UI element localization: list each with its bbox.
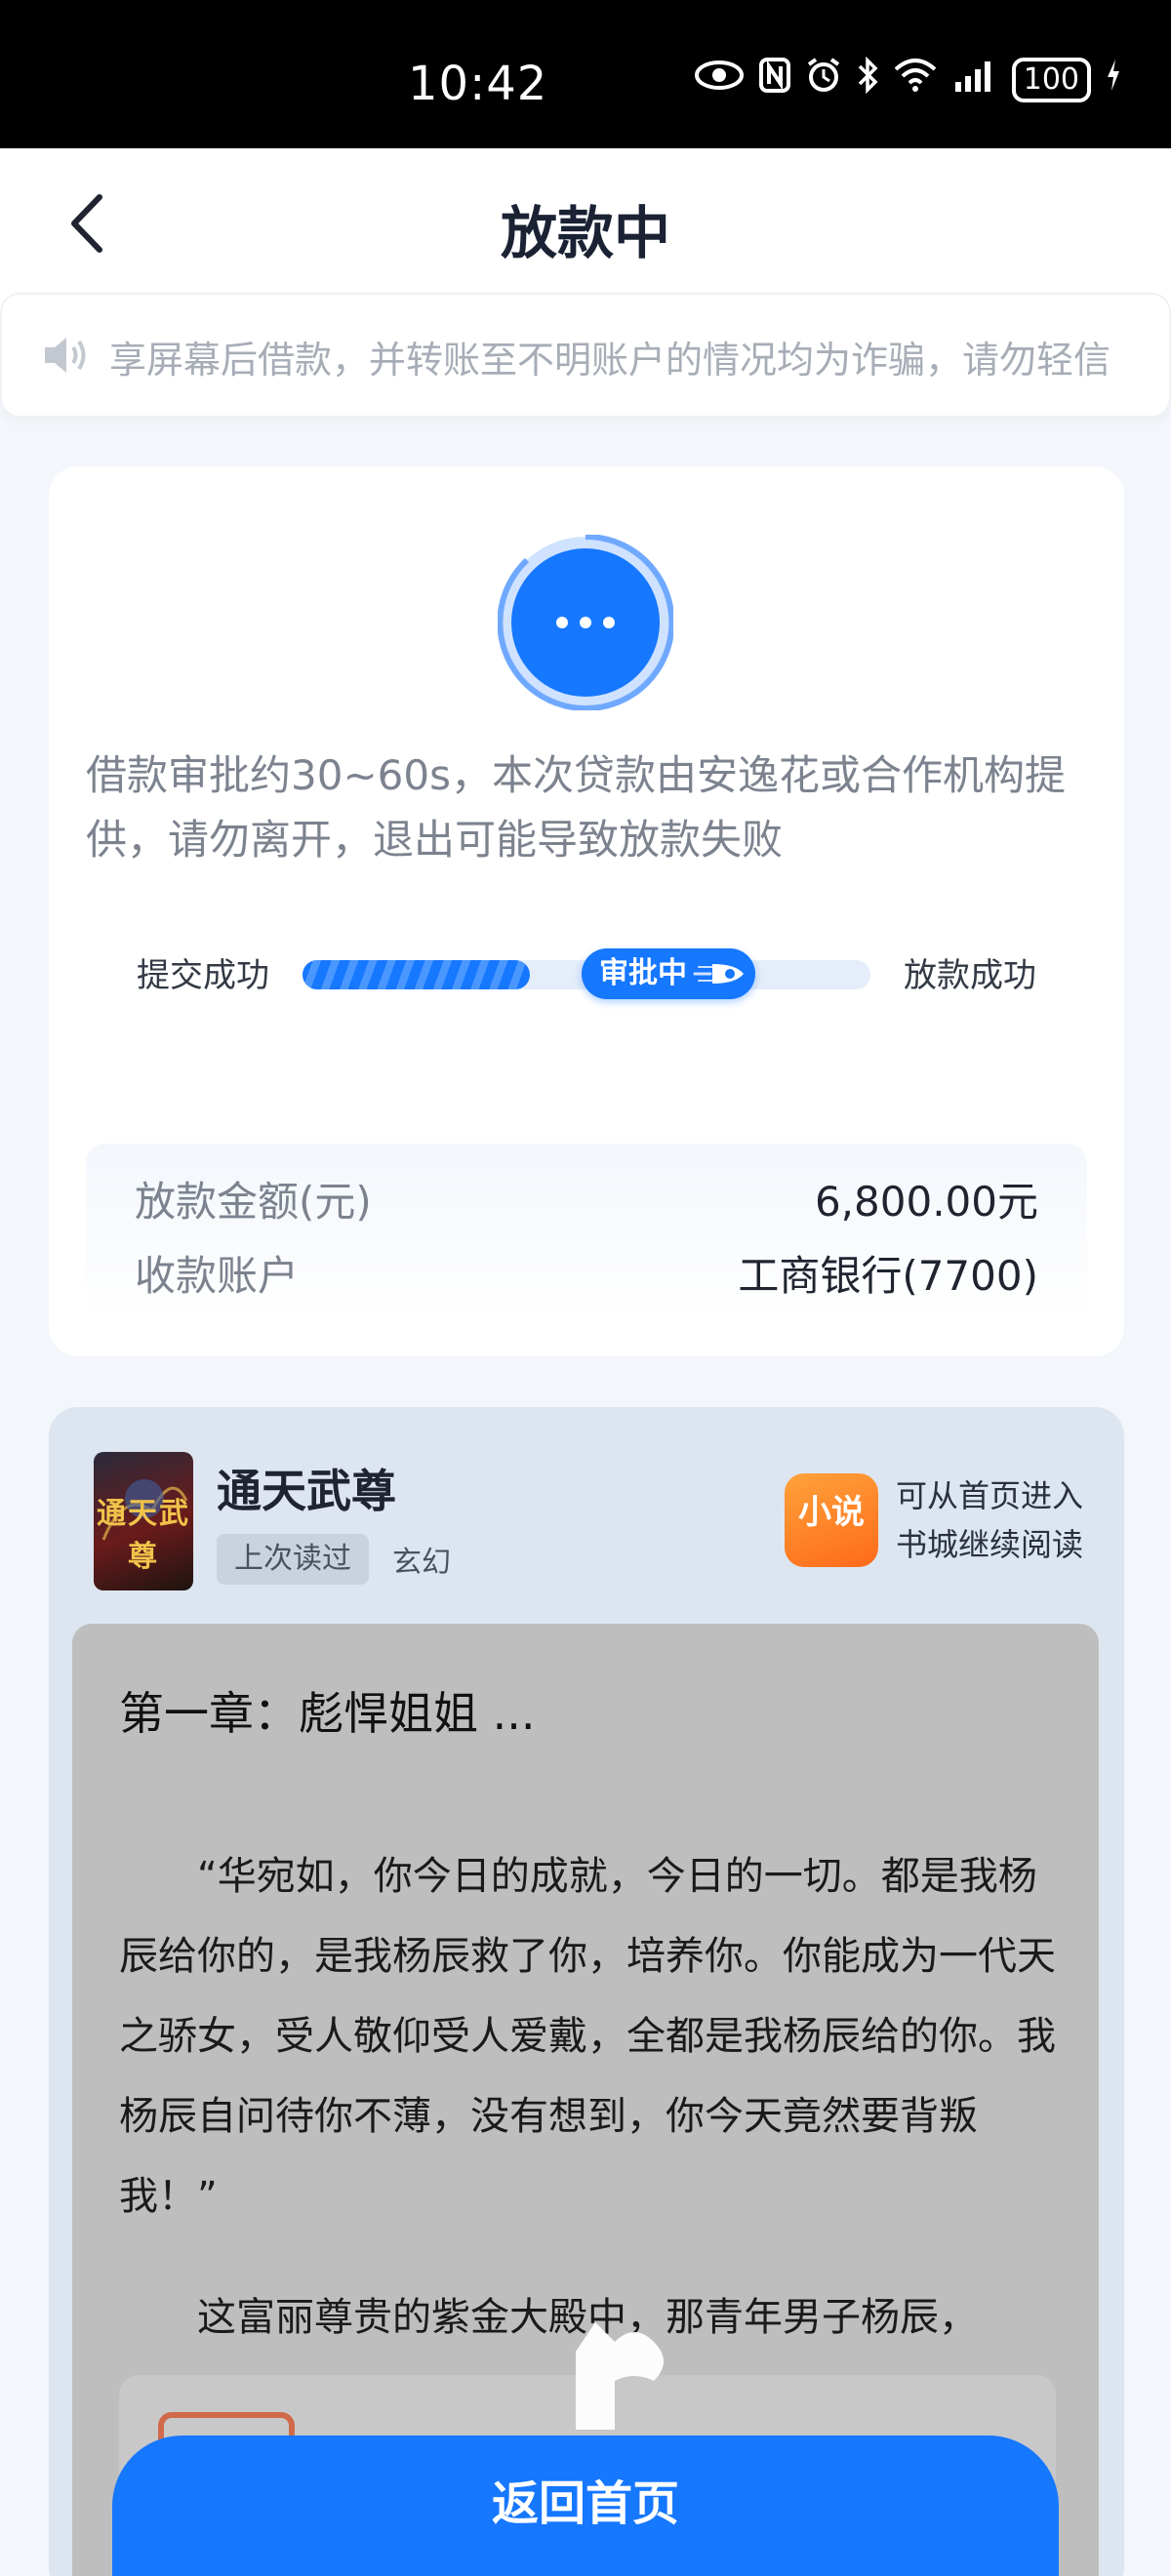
header: 放款中	[0, 148, 1171, 295]
step-submitted: 提交成功	[137, 956, 269, 995]
last-read-tag: 上次读过	[217, 1534, 369, 1585]
step-disbursed: 放款成功	[904, 956, 1036, 995]
amount-value: 6,800.00元	[814, 1178, 1038, 1226]
eye-icon	[694, 59, 745, 101]
account-label: 收款账户	[135, 1252, 300, 1300]
hint-line-2: 书城继续阅读	[896, 1526, 1084, 1563]
loan-status-card: 借款审批约30~60s，本次贷款由安逸花或合作机构提供，请勿离开，退出可能导致放…	[49, 466, 1124, 1356]
speaker-icon	[41, 334, 92, 377]
amount-label: 放款金额(元)	[135, 1178, 372, 1226]
return-home-button[interactable]: 返回首页	[112, 2435, 1059, 2576]
book-cover-title: 通天武尊	[97, 1497, 190, 1574]
signal-icon	[951, 57, 998, 102]
charging-icon	[1105, 58, 1122, 101]
swipe-hand-icon	[546, 2313, 693, 2439]
notice-banner: 享屏幕后借款，并转账至不明账户的情况均为诈骗，请勿轻信	[0, 293, 1171, 418]
step-current-label: 审批中	[599, 956, 687, 990]
book-cover[interactable]: 通天武尊	[94, 1452, 193, 1590]
notice-text: 享屏幕后借款，并转账至不明账户的情况均为诈骗，请勿轻信	[109, 339, 1111, 382]
nfc-icon	[758, 57, 791, 102]
step-current-pill: 审批中	[582, 948, 755, 999]
chapter-title: 第一章：彪悍姐姐 ...	[119, 1687, 536, 1740]
account-value: 工商银行(7700)	[738, 1252, 1038, 1300]
bluetooth-icon	[856, 56, 879, 102]
loading-spinner-icon	[497, 533, 675, 711]
approval-hint-text: 借款审批约30~60s，本次贷款由安逸花或合作机构提供，请勿离开，退出可能导致放…	[86, 751, 1066, 864]
page-title: 放款中	[500, 200, 670, 266]
progress-fill	[303, 960, 530, 989]
book-title[interactable]: 通天武尊	[217, 1456, 396, 1520]
status-icons: 100	[694, 56, 1122, 102]
chapter-paragraph: “华宛如，你今日的成就，今日的一切。都是我杨辰给你的，是我杨辰救了你，培养你。你…	[119, 1854, 1056, 2219]
status-time: 10:42	[408, 57, 548, 111]
continue-reading-hint: 可从首页进入 书城继续阅读	[896, 1471, 1110, 1569]
genre-tag: 玄幻	[392, 1546, 451, 1580]
status-bar: 10:42 100	[0, 0, 1171, 148]
novel-app-icon[interactable]: 小说	[785, 1473, 878, 1567]
loan-summary-box: 放款金额(元) 6,800.00元 收款账户 工商银行(7700)	[86, 1144, 1087, 1319]
wifi-icon	[893, 58, 938, 101]
rocket-icon	[691, 956, 747, 991]
battery-icon: 100	[1011, 57, 1091, 102]
alarm-icon	[805, 57, 842, 102]
hint-line-1: 可从首页进入	[896, 1477, 1084, 1514]
